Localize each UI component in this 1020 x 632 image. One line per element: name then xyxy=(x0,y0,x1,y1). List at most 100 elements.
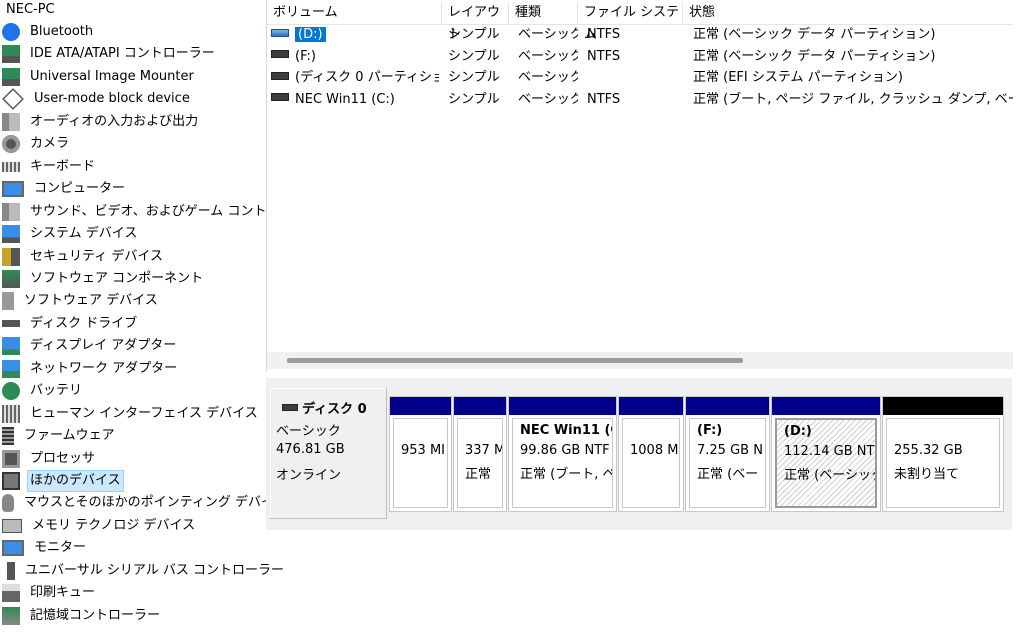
volume-layout-cell: シンプル xyxy=(448,70,500,85)
volume-list: ボリューム レイアウト 種類 ファイル システム 状態 (D:) シンプル ベーシッ… xyxy=(266,0,1013,372)
volume-name-cell: (D:) xyxy=(271,24,439,46)
image-mounter-icon xyxy=(2,67,20,86)
tree-item-label: 印刷キュー xyxy=(30,585,96,601)
volume-row[interactable]: (D:) シンプル ベーシック NTFS 正常 (ベーシック データ パーティション) xyxy=(267,24,1013,46)
tree-item[interactable]: IDE ATA/ATAPI コントローラー xyxy=(2,43,217,65)
partition-block[interactable]: (D:) 112.14 GB NT 正常 (ベーシック xyxy=(771,396,881,512)
tree-item-label: Bluetooth xyxy=(30,24,94,39)
system-device-icon xyxy=(2,225,20,244)
partition-color-bar xyxy=(509,397,616,415)
tree-item[interactable]: ソフトウェア コンポーネント xyxy=(2,268,205,290)
tree-item-label: ソフトウェア コンポーネント xyxy=(30,270,204,286)
volume-layout-cell: シンプル xyxy=(448,27,500,42)
scrollbar-thumb[interactable] xyxy=(287,358,743,363)
tree-item-label: モニター xyxy=(34,540,87,556)
tree-item[interactable]: メモリ テクノロジ デバイス xyxy=(2,515,197,537)
volume-status-cell: 正常 (ブート, ページ ファイル, クラッシュ ダンプ, ベーシック デ xyxy=(693,91,1013,107)
column-header-layout[interactable]: レイアウト xyxy=(442,2,509,42)
partition-body: 1008 M xyxy=(622,418,680,508)
volume-layout-cell: シンプル xyxy=(448,48,500,64)
tree-item[interactable]: バッテリ xyxy=(2,380,84,402)
display-adapter-icon xyxy=(2,337,20,356)
horizontal-scrollbar[interactable] xyxy=(267,352,1013,369)
tree-item-label: IDE ATA/ATAPI コントローラー xyxy=(30,46,215,62)
tree-item[interactable]: システム デバイス xyxy=(2,223,139,245)
column-header-volume[interactable]: ボリューム xyxy=(267,2,442,24)
partition-line2: 99.86 GB NTF xyxy=(520,443,610,458)
disk-drive-icon xyxy=(2,320,20,328)
tree-item[interactable]: Universal Image Mounter xyxy=(2,66,196,88)
volume-drive-icon xyxy=(271,93,289,101)
partition-line3: 正常 xyxy=(465,467,492,482)
keyboard-icon xyxy=(2,161,20,172)
hid-icon xyxy=(2,404,20,423)
partition-body: NEC Win11 (C 99.86 GB NTF 正常 (ブート, ペ xyxy=(512,418,613,508)
volume-row[interactable]: NEC Win11 (C:) シンプル ベーシック NTFS 正常 (ブート, ページ … xyxy=(267,89,1013,111)
tree-item[interactable]: ほかのデバイス xyxy=(2,470,124,492)
volume-row[interactable]: (F:) シンプル ベーシック NTFS 正常 (ベーシック データ パーティション) xyxy=(267,46,1013,68)
tree-item[interactable]: ソフトウェア デバイス xyxy=(2,290,160,312)
tree-item[interactable]: オーディオの入力および出力 xyxy=(2,111,200,133)
partition-block[interactable]: NEC Win11 (C 99.86 GB NTF 正常 (ブート, ペ xyxy=(508,396,617,512)
device-tree: NEC-PC Bluetooth IDE ATA/ATAPI コントローラー Uni… xyxy=(0,0,318,632)
computer-icon xyxy=(2,181,24,198)
camera-icon xyxy=(2,135,20,154)
tree-item[interactable]: ファームウェア xyxy=(2,425,117,447)
column-header-status[interactable]: 状態 xyxy=(683,2,1013,24)
tree-item[interactable]: ディスク ドライブ xyxy=(2,313,139,335)
tree-root[interactable]: NEC-PC xyxy=(6,0,55,20)
volume-row[interactable]: (ディスク 0 パーティション 2) シンプル ベーシック 正常 (EFI システム … xyxy=(267,67,1013,89)
partition-block[interactable]: (F:) 7.25 GB N 正常 (ベー xyxy=(685,396,770,512)
tree-item[interactable]: ディスプレイ アダプター xyxy=(2,335,178,357)
ide-controller-icon xyxy=(2,45,20,64)
tree-item[interactable]: ユニバーサル シリアル バス コントローラー xyxy=(2,560,286,582)
tree-item-label: ソフトウェア デバイス xyxy=(24,293,158,309)
partition-color-bar xyxy=(454,397,506,415)
tree-item[interactable]: Bluetooth xyxy=(2,21,95,43)
partition-body: 337 M 正常 xyxy=(457,418,503,508)
partition-block[interactable]: 1008 M xyxy=(618,396,684,512)
partition-line1: (D:) xyxy=(784,424,812,439)
partition-line2: 255.32 GB xyxy=(894,443,963,458)
volume-drive-icon xyxy=(271,50,289,58)
volume-type-cell: ベーシック xyxy=(518,48,578,64)
volume-drive-icon xyxy=(271,28,289,37)
battery-icon xyxy=(2,382,20,401)
tree-item[interactable]: プロセッサ xyxy=(2,448,97,470)
tree-item[interactable]: キーボード xyxy=(2,156,97,178)
partition-block[interactable]: 337 M 正常 xyxy=(453,396,507,512)
tree-item[interactable]: ネットワーク アダプター xyxy=(2,358,179,380)
partition-line2: 1008 M xyxy=(630,443,679,458)
volume-status-cell: 正常 (ベーシック データ パーティション) xyxy=(693,27,936,42)
partition-block[interactable]: 255.32 GB 未割り当て xyxy=(882,396,1004,512)
partition-block[interactable]: 953 MI xyxy=(389,396,452,512)
tree-item[interactable]: 印刷キュー xyxy=(2,582,97,604)
tree-item[interactable]: セキュリティ デバイス xyxy=(2,246,165,268)
volume-fs-cell xyxy=(587,67,682,89)
tree-item-label: ネットワーク アダプター xyxy=(30,360,178,376)
volume-name-cell: NEC Win11 (C:) xyxy=(271,89,439,111)
tree-item[interactable]: マウスとそのほかのポインティング デバイス xyxy=(2,492,289,514)
column-header-type[interactable]: 種類 xyxy=(509,2,578,24)
partition-line2: 337 M xyxy=(465,443,503,458)
memory-icon xyxy=(2,518,22,533)
monitor-icon xyxy=(2,540,24,557)
volume-list-header: ボリューム レイアウト 種類 ファイル システム 状態 xyxy=(267,2,1013,42)
tree-item-label: システム デバイス xyxy=(30,226,138,242)
tree-item[interactable]: 記憶域コントローラー xyxy=(2,605,162,627)
tree-item[interactable]: カメラ xyxy=(2,133,71,155)
tree-item-label: オーディオの入力および出力 xyxy=(30,113,199,129)
mouse-icon xyxy=(2,494,14,513)
disk-info-panel[interactable]: ディスク 0 ベーシック 476.81 GB オンライン xyxy=(270,388,387,519)
tree-item-label: コンピューター xyxy=(34,181,126,197)
tree-item[interactable]: コンピューター xyxy=(2,178,127,200)
partition-line3: 未割り当て xyxy=(894,467,960,482)
tree-item[interactable]: モニター xyxy=(2,537,88,559)
tree-item[interactable]: ヒューマン インターフェイス デバイス xyxy=(2,403,260,425)
column-header-filesystem[interactable]: ファイル システム xyxy=(578,2,683,42)
partition-line2: 7.25 GB N xyxy=(697,443,763,458)
volume-name-cell: (ディスク 0 パーティション 2) xyxy=(271,67,439,89)
tree-item[interactable]: User-mode block device xyxy=(2,88,192,111)
tree-item-label: User-mode block device xyxy=(34,91,190,107)
software-device-icon xyxy=(2,292,14,311)
